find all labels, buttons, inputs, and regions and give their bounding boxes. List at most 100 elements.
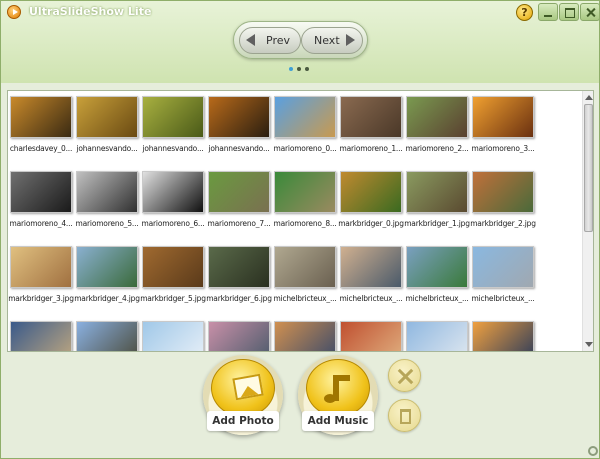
- thumbnail-filename: markbridger_6.jpg: [206, 294, 272, 303]
- tools-button[interactable]: [388, 359, 421, 392]
- thumbnail-image: [142, 246, 204, 288]
- thumbnail-item[interactable]: michelbricteux_...: [272, 243, 338, 315]
- page-dot[interactable]: [289, 67, 293, 71]
- thumbnail-filename: johannesvando...: [208, 144, 270, 153]
- thumbnail-image: [76, 321, 138, 351]
- thumbnail-filename: michelbricteux_...: [273, 294, 337, 303]
- thumbnail-image: [472, 321, 534, 351]
- thumbnail-image: [340, 171, 402, 213]
- thumbnail-image: [340, 246, 402, 288]
- thumbnail-filename: mariomoreno_7...: [207, 219, 271, 228]
- thumbnail-item[interactable]: [470, 318, 536, 351]
- thumbnail-item[interactable]: mariomoreno_6...: [140, 168, 206, 240]
- thumbnail-item[interactable]: michelbricteux_...: [470, 243, 536, 315]
- thumbnail-item[interactable]: mariomoreno_7...: [206, 168, 272, 240]
- thumbnail-image: [274, 246, 336, 288]
- thumbnail-image: [142, 96, 204, 138]
- photo-icon: [232, 373, 264, 401]
- page-navigation: Prev Next: [233, 21, 368, 59]
- thumbnail-filename: michelbricteux_...: [405, 294, 469, 303]
- thumbnail-item[interactable]: [206, 318, 272, 351]
- thumbnail-item[interactable]: mariomoreno_2...: [404, 93, 470, 165]
- thumbnail-item[interactable]: mariomoreno_3...: [470, 93, 536, 165]
- thumbnail-item[interactable]: markbridger_6.jpg: [206, 243, 272, 315]
- thumbnail-image: [406, 246, 468, 288]
- thumbnail-image: [406, 321, 468, 351]
- page-dot[interactable]: [297, 67, 301, 71]
- thumbnail-item[interactable]: [272, 318, 338, 351]
- thumbnail-filename: michelbricteux_...: [339, 294, 403, 303]
- add-photo-button[interactable]: Add Photo: [203, 355, 283, 435]
- thumbnail-image: [274, 321, 336, 351]
- thumbnail-item[interactable]: [140, 318, 206, 351]
- thumbnail-panel: charlesdavey_0... johannesvando... johanne…: [7, 90, 594, 352]
- thumbnail-item[interactable]: markbridger_4.jpg: [74, 243, 140, 315]
- minimize-button[interactable]: [538, 3, 558, 21]
- thumbnail-filename: markbridger_1.jpg: [404, 219, 470, 228]
- thumbnail-image: [76, 171, 138, 213]
- arrow-right-icon: [346, 34, 355, 46]
- thumbnail-image: [142, 321, 204, 351]
- add-music-button[interactable]: Add Music: [298, 355, 378, 435]
- thumbnail-item[interactable]: johannesvando...: [74, 93, 140, 165]
- music-note-icon: [324, 375, 350, 403]
- thumbnail-item[interactable]: [74, 318, 140, 351]
- thumbnail-image: [76, 96, 138, 138]
- thumbnail-image: [472, 246, 534, 288]
- app-logo-icon: [7, 5, 21, 19]
- thumbnail-image: [340, 321, 402, 351]
- page-dot[interactable]: [305, 67, 309, 71]
- thumbnail-image: [406, 171, 468, 213]
- trash-icon: [400, 409, 411, 424]
- thumbnail-item[interactable]: markbridger_5.jpg: [140, 243, 206, 315]
- thumbnail-item[interactable]: [338, 318, 404, 351]
- resize-grip-icon[interactable]: [588, 446, 598, 456]
- add-photo-label: Add Photo: [207, 411, 279, 431]
- thumbnail-filename: markbridger_0.jpg: [338, 219, 404, 228]
- next-button[interactable]: Next: [301, 27, 363, 54]
- prev-button[interactable]: Prev: [239, 27, 301, 54]
- scroll-down-icon[interactable]: [585, 342, 593, 347]
- thumbnail-item[interactable]: [404, 318, 470, 351]
- thumbnail-item[interactable]: mariomoreno_0...: [272, 93, 338, 165]
- thumbnail-item[interactable]: markbridger_2.jpg: [470, 168, 536, 240]
- thumbnail-item[interactable]: mariomoreno_8...: [272, 168, 338, 240]
- window-title: UltraSlideShow Lite: [29, 5, 152, 18]
- add-music-label: Add Music: [302, 411, 374, 431]
- thumbnail-item[interactable]: charlesdavey_0...: [8, 93, 74, 165]
- thumbnail-filename: johannesvando...: [142, 144, 204, 153]
- thumbnail-item[interactable]: [8, 318, 74, 351]
- thumbnail-image: [10, 321, 72, 351]
- thumbnail-item[interactable]: markbridger_1.jpg: [404, 168, 470, 240]
- arrow-left-icon: [246, 34, 255, 46]
- thumbnail-item[interactable]: mariomoreno_1...: [338, 93, 404, 165]
- vertical-scrollbar[interactable]: [582, 91, 593, 351]
- maximize-button[interactable]: [559, 3, 579, 21]
- close-button[interactable]: [580, 3, 599, 21]
- thumbnail-item[interactable]: johannesvando...: [140, 93, 206, 165]
- thumbnail-filename: johannesvando...: [76, 144, 138, 153]
- thumbnail-image: [208, 96, 270, 138]
- thumbnail-item[interactable]: markbridger_3.jpg: [8, 243, 74, 315]
- thumbnail-image: [76, 246, 138, 288]
- thumbnail-filename: mariomoreno_2...: [405, 144, 469, 153]
- thumbnail-image: [274, 171, 336, 213]
- thumbnail-image: [208, 321, 270, 351]
- thumbnail-image: [472, 171, 534, 213]
- thumbnail-item[interactable]: johannesvando...: [206, 93, 272, 165]
- thumbnail-item[interactable]: mariomoreno_4...: [8, 168, 74, 240]
- thumbnail-filename: mariomoreno_3...: [471, 144, 535, 153]
- help-button[interactable]: ?: [516, 4, 533, 21]
- thumbnail-filename: mariomoreno_5...: [75, 219, 139, 228]
- scroll-up-icon[interactable]: [585, 95, 593, 100]
- thumbnail-filename: mariomoreno_1...: [339, 144, 403, 153]
- thumbnail-item[interactable]: mariomoreno_5...: [74, 168, 140, 240]
- delete-button[interactable]: [388, 399, 421, 432]
- thumbnail-item[interactable]: michelbricteux_...: [404, 243, 470, 315]
- prev-label: Prev: [266, 34, 290, 47]
- thumbnail-item[interactable]: michelbricteux_...: [338, 243, 404, 315]
- next-label: Next: [314, 34, 340, 47]
- scroll-thumb[interactable]: [584, 104, 593, 232]
- thumbnail-item[interactable]: markbridger_0.jpg: [338, 168, 404, 240]
- thumbnail-image: [340, 96, 402, 138]
